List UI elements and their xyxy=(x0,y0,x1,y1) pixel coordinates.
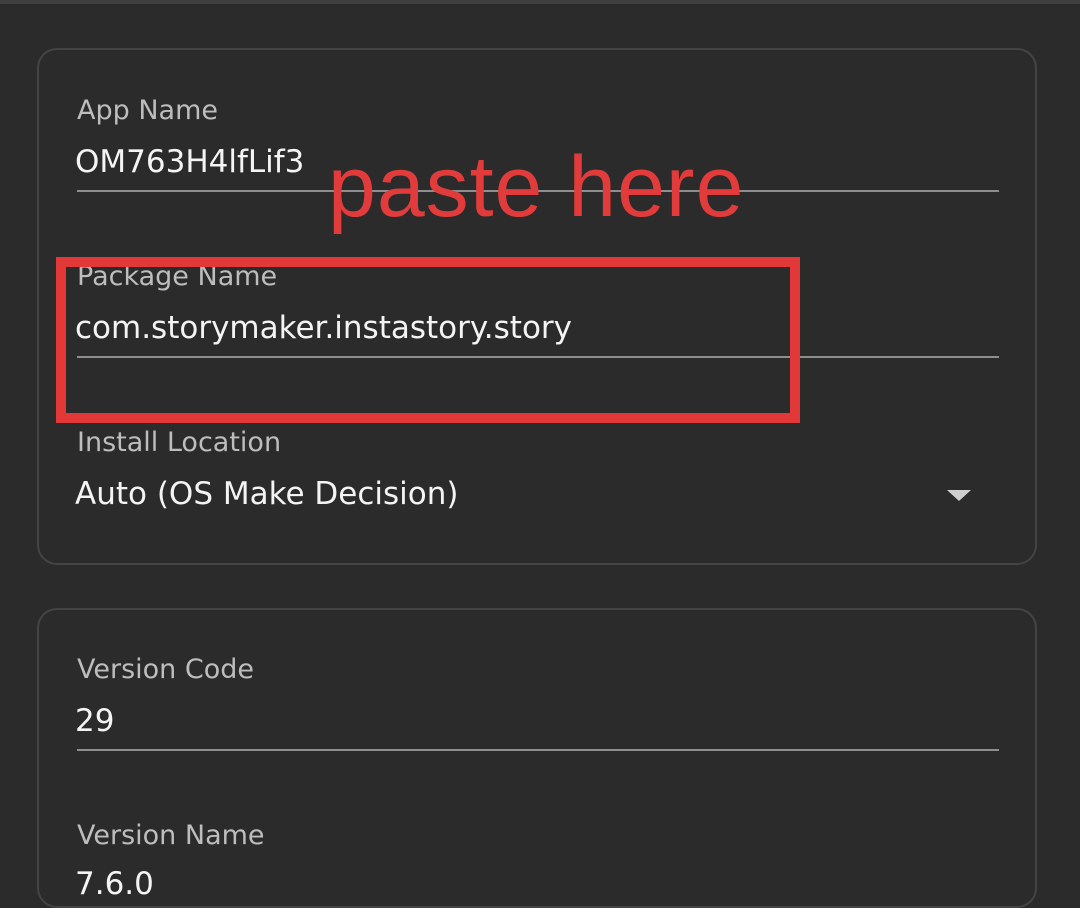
chevron-down-icon[interactable] xyxy=(947,490,971,501)
version-name-input[interactable]: 7.6.0 xyxy=(75,866,154,902)
top-divider xyxy=(0,0,1080,4)
app-name-label: App Name xyxy=(77,95,218,126)
install-location-label: Install Location xyxy=(77,427,282,458)
version-info-card xyxy=(37,608,1037,908)
version-name-label: Version Name xyxy=(77,820,265,851)
install-location-select[interactable]: Auto (OS Make Decision) xyxy=(75,476,458,512)
paste-here-annotation: paste here xyxy=(328,139,745,235)
version-code-underline xyxy=(77,749,999,751)
annotation-highlight-box xyxy=(56,257,800,423)
version-code-label: Version Code xyxy=(77,654,254,685)
version-code-input[interactable]: 29 xyxy=(75,703,114,739)
app-name-input[interactable]: OM763H4lfLif3 xyxy=(75,144,304,180)
